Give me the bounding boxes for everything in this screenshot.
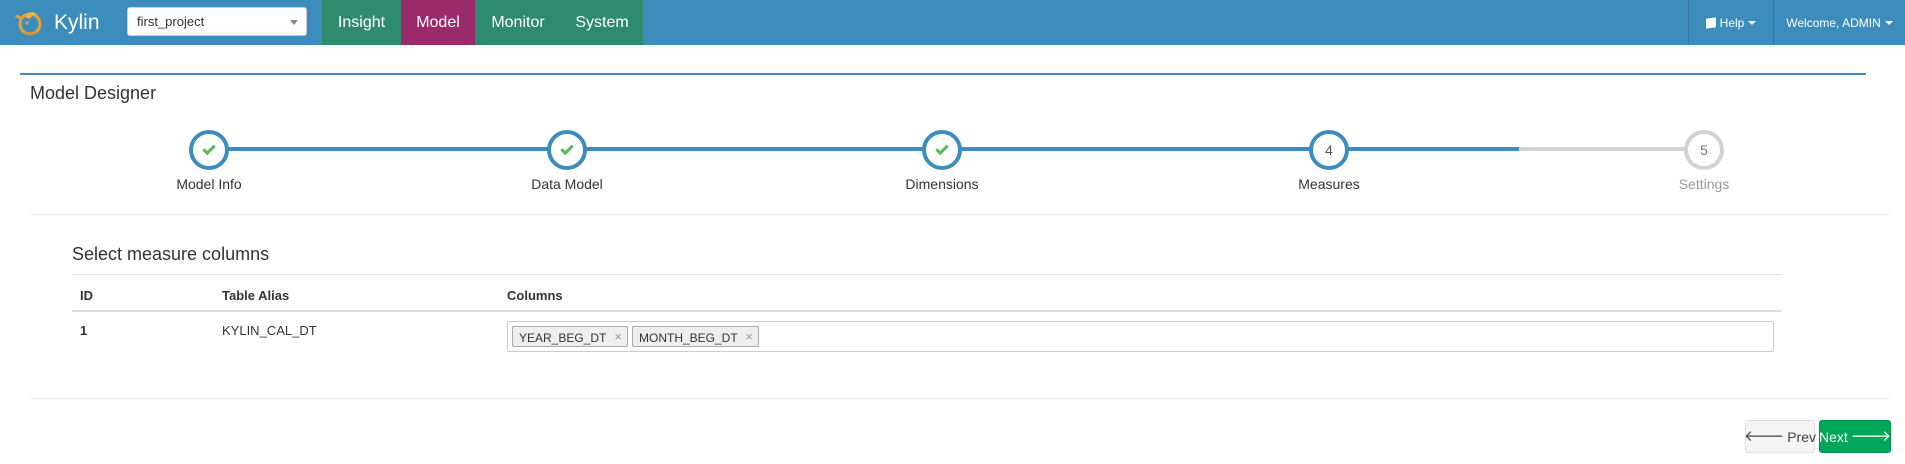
brand-name: Kylin xyxy=(54,10,100,34)
wizard-connector xyxy=(567,147,942,151)
wizard-step-measures[interactable]: 4 xyxy=(1309,130,1349,170)
column-tag-label: YEAR_BEG_DT xyxy=(519,331,607,345)
arrow-right-icon: 🡒 xyxy=(1850,428,1892,445)
welcome-label: Welcome, ADMIN xyxy=(1786,15,1881,30)
tab-monitor-label: Monitor xyxy=(491,13,545,31)
tab-model-label: Model xyxy=(416,13,460,31)
row-table-alias: KYLIN_CAL_DT xyxy=(222,323,317,338)
wizard-step-dimensions[interactable] xyxy=(922,130,962,170)
brand[interactable]: Kylin xyxy=(0,0,111,45)
check-icon xyxy=(935,141,949,155)
divider xyxy=(30,398,1890,399)
wizard-step-label: Model Info xyxy=(176,176,242,192)
wizard-step-label: Data Model xyxy=(531,176,603,192)
check-icon xyxy=(202,141,216,155)
columns-multiselect[interactable]: YEAR_BEG_DT × MONTH_BEG_DT × xyxy=(507,321,1774,352)
close-icon[interactable]: × xyxy=(745,329,753,344)
tab-insight[interactable]: Insight xyxy=(322,0,401,45)
wizard-step-label: Measures xyxy=(1298,176,1360,192)
tab-system-label: System xyxy=(575,13,629,31)
arrow-left-icon: 🡐 xyxy=(1743,428,1785,445)
wizard-step-label: Dimensions xyxy=(905,176,979,192)
divider xyxy=(30,214,1890,215)
next-button[interactable]: Next 🡒 xyxy=(1819,420,1891,453)
page-title: Model Designer xyxy=(30,83,157,103)
project-select-value: first_project xyxy=(137,14,205,29)
caret-down-icon xyxy=(1748,20,1757,25)
row-id: 1 xyxy=(80,323,88,338)
header-id: ID xyxy=(80,288,93,303)
wizard-step-settings[interactable]: 5 xyxy=(1684,130,1724,170)
wizard-connector xyxy=(1329,147,1519,151)
wizard-connector xyxy=(942,147,1329,151)
top-navbar: Kylin first_project Insight Model Monito… xyxy=(0,0,1905,45)
wizard-connector xyxy=(209,147,567,151)
wizard-step-data-model[interactable] xyxy=(547,130,587,170)
project-select[interactable]: first_project xyxy=(127,7,307,36)
section-title: Select measure columns xyxy=(72,244,270,264)
column-tag: MONTH_BEG_DT × xyxy=(632,326,759,347)
next-button-label: Next xyxy=(1818,428,1848,445)
tab-insight-label: Insight xyxy=(337,13,386,31)
step-number: 5 xyxy=(1700,142,1708,158)
kylin-logo-icon xyxy=(15,11,42,35)
header-table-alias: Table Alias xyxy=(222,288,290,303)
wizard-step-label: Settings xyxy=(1678,176,1730,192)
tab-monitor[interactable]: Monitor xyxy=(475,0,561,45)
user-menu[interactable]: Welcome, ADMIN xyxy=(1773,0,1905,45)
chevron-down-icon xyxy=(290,20,298,25)
header-columns: Columns xyxy=(507,288,563,303)
close-icon[interactable]: × xyxy=(614,329,622,344)
step-number: 4 xyxy=(1325,142,1333,158)
column-tag-label: MONTH_BEG_DT xyxy=(639,331,738,345)
help-label: Help xyxy=(1719,15,1745,30)
wizard-connector-pending xyxy=(1519,147,1704,151)
check-icon xyxy=(560,141,574,155)
tab-model[interactable]: Model xyxy=(401,0,475,45)
tab-system[interactable]: System xyxy=(561,0,643,45)
wizard-step-model-info[interactable] xyxy=(189,130,229,170)
caret-down-icon xyxy=(1884,20,1893,25)
help-menu[interactable]: Help xyxy=(1688,0,1773,45)
book-icon xyxy=(1705,16,1716,29)
table-header-row: ID Table Alias Columns xyxy=(72,274,1782,312)
column-tag: YEAR_BEG_DT × xyxy=(512,326,628,347)
prev-button-label: Prev xyxy=(1787,428,1817,445)
prev-button[interactable]: 🡐 Prev xyxy=(1743,420,1817,453)
